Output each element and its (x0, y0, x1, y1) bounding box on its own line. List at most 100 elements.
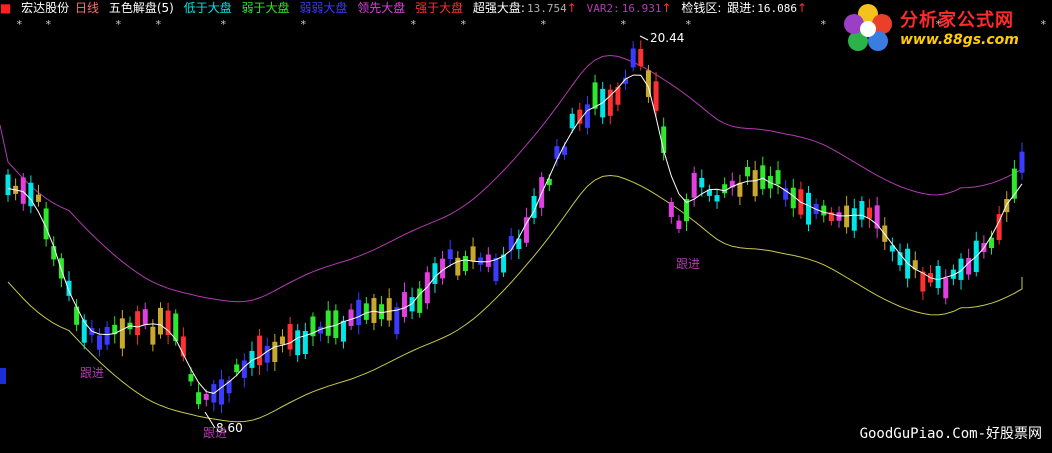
side-marker (0, 368, 6, 384)
candle (424, 272, 430, 304)
follow-signal-label: 跟进 (80, 366, 104, 380)
legend-weaker: 弱弱大盘 (299, 1, 348, 15)
signal-mark: * (16, 18, 23, 31)
candle (691, 172, 697, 198)
signal-mark: * (300, 18, 307, 31)
candle (722, 184, 728, 194)
candle (760, 165, 766, 189)
legend-weak: 弱于大盘 (241, 1, 290, 15)
candle (851, 208, 857, 231)
candle (844, 205, 850, 228)
candle (379, 304, 385, 320)
candle (836, 212, 842, 221)
candle (638, 48, 644, 67)
super-arrow: ↑ (566, 1, 577, 15)
signal-mark: * (155, 18, 162, 31)
candle (478, 257, 484, 265)
candle (371, 298, 377, 323)
candle (447, 249, 453, 260)
candle (348, 309, 354, 326)
candle (234, 364, 240, 373)
signal-mark: * (45, 18, 52, 31)
super-value: 13.754 (526, 2, 567, 15)
candle (74, 306, 80, 325)
candle (264, 345, 270, 363)
candle (35, 194, 41, 202)
annotations-layer: 20.448.60跟进跟进跟进 (80, 31, 700, 440)
candle (272, 341, 278, 362)
candle (577, 109, 583, 124)
super-label: 超强大盘: (472, 1, 525, 15)
candle (279, 336, 285, 345)
annotation-connector (639, 35, 649, 41)
candle (104, 326, 110, 345)
candle (714, 195, 720, 202)
signal-mark: * (460, 18, 467, 31)
logo-url[interactable]: www.88gs.com (900, 32, 1019, 48)
stock-name: 宏达股份 (21, 1, 70, 15)
candle (455, 257, 461, 276)
follow-signal-label: 跟进 (203, 426, 227, 440)
candle (302, 330, 308, 355)
indicator-name[interactable]: 五色解盘(5) (109, 1, 174, 15)
candle (66, 280, 72, 296)
candle (287, 324, 293, 350)
candle (218, 379, 224, 405)
candle (745, 166, 751, 177)
candle (394, 307, 400, 335)
site-logo: 分析家公式网 www.88gs.com (838, 2, 1046, 54)
candle (340, 320, 346, 342)
signal-mark: * (820, 18, 827, 31)
legend-lead: 领先大盘 (357, 1, 406, 15)
candle (775, 170, 781, 185)
flower-logo-icon (844, 4, 892, 51)
follow-signal-label: 跟进 (676, 257, 700, 271)
candle (470, 246, 476, 262)
candle (737, 182, 743, 197)
candle (462, 256, 468, 271)
candle (592, 82, 598, 109)
signal-mark: * (410, 18, 417, 31)
candle (630, 48, 636, 68)
var2-value: 16.931 (621, 2, 662, 15)
candle (943, 277, 949, 299)
price-high-label: 20.44 (650, 31, 684, 45)
candle (653, 81, 659, 111)
candle (5, 174, 11, 196)
candle (699, 177, 705, 188)
legend-low: 低于大盘 (183, 1, 232, 15)
candle (325, 310, 331, 336)
logo-text: 分析家公式网 (900, 10, 1014, 31)
candle (668, 202, 674, 217)
legend-strong: 强于大盘 (415, 1, 464, 15)
candle (363, 303, 369, 320)
follow-arrow: ↑ (797, 1, 808, 15)
chart-window: { "header": { "stock_name": "宏达股份", "per… (0, 0, 1052, 453)
signal-mark: * (115, 18, 122, 31)
candle (96, 335, 102, 350)
candle (142, 309, 148, 325)
period-label[interactable]: 日线 (75, 1, 99, 15)
signal-mark: * (685, 18, 692, 31)
candle (966, 257, 972, 275)
candle (135, 311, 141, 336)
candle (295, 330, 301, 356)
candle (569, 113, 575, 129)
candle (1019, 151, 1025, 173)
upper-band-line (0, 54, 1023, 303)
signal-mark: * (220, 18, 227, 31)
follow-line (7, 74, 1023, 394)
candle (81, 319, 87, 343)
var2-label: VAR2: (586, 2, 620, 15)
var2-arrow: ↑ (661, 1, 672, 15)
money-label: 检钱区: (681, 1, 722, 15)
candle (257, 335, 263, 366)
candles-layer (5, 40, 1025, 413)
candle (493, 257, 499, 282)
candle (752, 170, 758, 197)
upper-band-layer (0, 54, 1023, 303)
indicator-header: ■ 宏达股份 日线 五色解盘(5) 低于大盘 弱于大盘 弱弱大盘 领先大盘 强于… (0, 0, 813, 16)
candle (150, 326, 156, 345)
candle (188, 374, 194, 382)
signal-mark: * (620, 18, 627, 31)
